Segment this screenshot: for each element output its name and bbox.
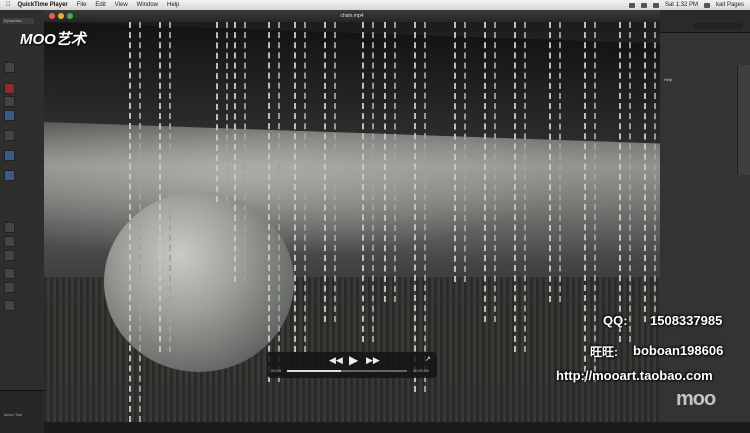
move-tool-icon[interactable] <box>4 96 15 107</box>
chain-strand <box>644 22 656 322</box>
chain-strand <box>234 22 246 282</box>
chain-strand <box>514 22 526 352</box>
chain-strand <box>129 22 141 422</box>
chain-strand <box>414 22 426 392</box>
layout-persp-icon[interactable] <box>4 268 15 279</box>
chain-strand <box>268 22 280 382</box>
chain-strand <box>159 22 171 352</box>
menu-extras: Sat 1:32 PM kait Pages <box>628 0 744 10</box>
status-move-tool: Move Tool <box>4 412 23 417</box>
chain-strand <box>584 22 596 382</box>
sculpt-tool-icon[interactable] <box>4 150 15 161</box>
menu-help[interactable]: Help <box>167 2 179 8</box>
fast-forward-icon[interactable]: ▶▶ <box>366 355 380 366</box>
chain-strand <box>484 22 496 322</box>
moo-logo: moo <box>676 388 716 410</box>
right-panel-help[interactable]: Help <box>664 77 672 82</box>
status-icon[interactable] <box>628 2 635 8</box>
channel-box-tabs[interactable] <box>737 65 750 175</box>
layout-graph-icon[interactable] <box>4 300 15 311</box>
right-app-label[interactable]: kait Pages <box>716 2 744 8</box>
wifi-icon[interactable] <box>640 2 647 8</box>
wangwang-value: boboan198606 <box>633 343 724 358</box>
lasso-tool-icon[interactable] <box>4 83 15 94</box>
apple-menu-icon[interactable]:  <box>6 2 11 8</box>
chain-strand <box>294 22 306 352</box>
playback-controls[interactable]: ◀◀ ▶ ▶▶ ↗ 00:04 00:00:08 <box>267 352 437 378</box>
right-panel-header <box>660 10 750 33</box>
background-tool-panel: Dynamics Move Tool <box>0 10 45 433</box>
layout-outliner-icon[interactable] <box>4 282 15 293</box>
panel-tab-dynamics[interactable]: Dynamics <box>2 18 34 24</box>
paint-tool-icon[interactable] <box>4 170 15 181</box>
play-icon[interactable]: ▶ <box>349 353 358 367</box>
menu-file[interactable]: File <box>77 2 87 8</box>
share-icon[interactable]: ↗ <box>425 355 431 363</box>
chain-strand <box>549 22 561 302</box>
layout-four-icon[interactable] <box>4 236 15 247</box>
rotate-tool-icon[interactable] <box>4 110 15 121</box>
scrubber[interactable] <box>287 370 407 372</box>
window-title: chain.mp4 <box>340 13 364 19</box>
chain-strand <box>619 22 631 342</box>
chain-strand <box>384 22 396 302</box>
menu-edit[interactable]: Edit <box>95 2 105 8</box>
qq-label: QQ: <box>603 313 628 328</box>
time-total: 00:00:08 <box>413 368 429 373</box>
battery-icon[interactable] <box>652 2 659 8</box>
layout-split-icon[interactable] <box>4 250 15 261</box>
scrubber-fill <box>287 370 341 372</box>
select-tool-icon[interactable] <box>4 62 15 73</box>
rewind-icon[interactable]: ◀◀ <box>329 355 343 366</box>
search-icon[interactable] <box>703 2 710 8</box>
chain-strand <box>216 22 228 202</box>
watermark-text: MOO艺术 <box>20 31 86 48</box>
menu-bar:  QuickTime Player File Edit View Window… <box>0 0 750 10</box>
wangwang-label: 旺旺: <box>590 345 618 359</box>
right-panel-search[interactable] <box>693 23 743 29</box>
shop-url: http://mooart.taobao.com <box>556 368 713 383</box>
qq-value: 1508337985 <box>650 313 723 328</box>
layout-single-icon[interactable] <box>4 222 15 233</box>
clock[interactable]: Sat 1:32 PM <box>665 2 698 8</box>
chain-strand <box>362 22 374 342</box>
scale-tool-icon[interactable] <box>4 130 15 141</box>
chain-strand <box>324 22 336 322</box>
time-elapsed: 00:04 <box>271 368 282 373</box>
chain-strand <box>454 22 466 282</box>
menu-window[interactable]: Window <box>137 2 158 8</box>
background-right-panel: Help <box>660 10 750 422</box>
menu-app-name[interactable]: QuickTime Player <box>18 2 68 8</box>
menu-view[interactable]: View <box>115 2 128 8</box>
